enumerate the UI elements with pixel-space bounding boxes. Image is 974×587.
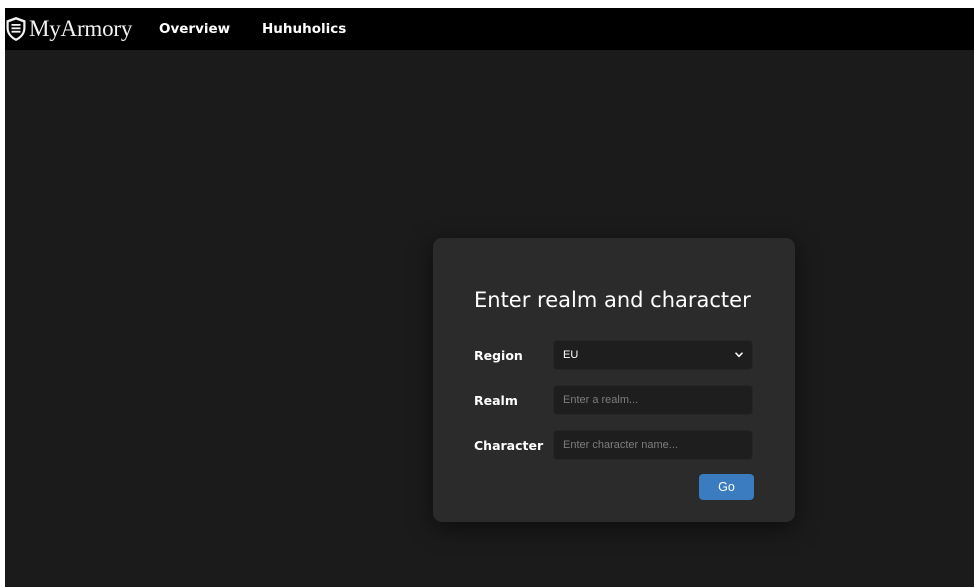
region-select[interactable]: EU <box>553 340 753 370</box>
realm-input[interactable] <box>553 385 753 415</box>
shield-icon <box>6 17 26 41</box>
top-navbar: MyArmory Overview Huhuholics <box>5 8 974 50</box>
go-button[interactable]: Go <box>699 474 754 500</box>
app-frame: MyArmory Overview Huhuholics Enter realm… <box>5 8 974 587</box>
character-input[interactable] <box>553 430 753 460</box>
character-label: Character <box>474 438 544 453</box>
form-title: Enter realm and character <box>474 288 751 312</box>
region-selected-value: EU <box>563 349 579 361</box>
realm-label: Realm <box>474 393 518 408</box>
brand-logo-link[interactable]: MyArmory <box>5 8 132 50</box>
region-label: Region <box>474 348 523 363</box>
chevron-down-icon <box>735 352 743 358</box>
brand-name: MyArmory <box>29 16 133 41</box>
nav-link-huhuholics[interactable]: Huhuholics <box>262 8 346 50</box>
realm-character-form-card: Enter realm and character Region EU Real… <box>433 238 795 522</box>
nav-link-overview[interactable]: Overview <box>159 8 230 50</box>
